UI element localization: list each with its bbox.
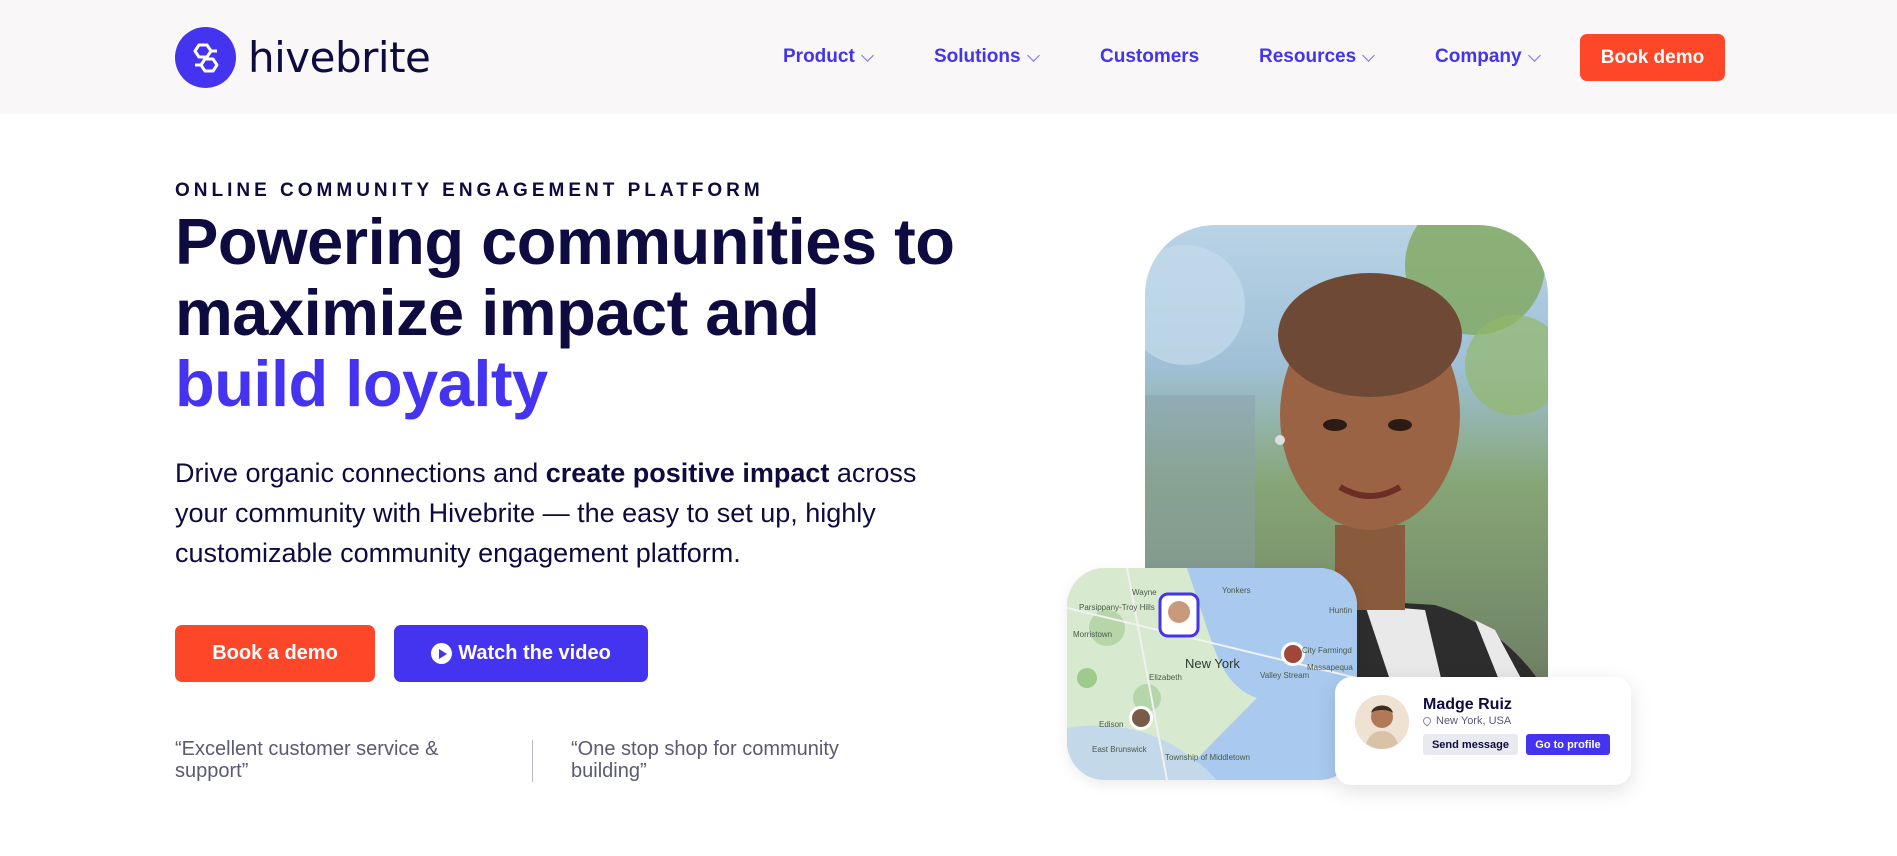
site-header: hivebrite Product Solutions Customers Re… bbox=[0, 0, 1897, 114]
book-a-demo-button[interactable]: Book a demo bbox=[175, 625, 375, 682]
map-label: New York bbox=[1185, 656, 1240, 671]
location-pin-icon bbox=[1421, 715, 1433, 727]
chevron-down-icon bbox=[860, 48, 874, 62]
go-to-profile-button[interactable]: Go to profile bbox=[1526, 734, 1610, 755]
testimonial-quote: “Excellent customer service & support” bbox=[175, 738, 439, 782]
book-demo-button[interactable]: Book demo bbox=[1580, 34, 1725, 81]
nav-item-resources[interactable]: Resources bbox=[1259, 46, 1376, 68]
desc-bold: create positive impact bbox=[545, 458, 830, 488]
chevron-down-icon bbox=[1527, 48, 1541, 62]
nav-item-solutions[interactable]: Solutions bbox=[934, 46, 1040, 68]
nav-label: Product bbox=[783, 46, 855, 67]
map-label: Valley Stream bbox=[1260, 671, 1310, 680]
chevron-down-icon bbox=[1026, 48, 1040, 62]
map-label: Township of Middletown bbox=[1165, 753, 1250, 762]
play-icon bbox=[431, 643, 453, 664]
testimonial-quote: “One stop shop for community building” bbox=[571, 738, 839, 782]
hero-description: Drive organic connections and create pos… bbox=[175, 453, 955, 573]
map-label: Huntin bbox=[1329, 606, 1353, 615]
avatar bbox=[1355, 695, 1409, 749]
chevron-down-icon bbox=[1362, 48, 1376, 62]
map-label: Massapequa bbox=[1307, 663, 1353, 672]
hero-headline: Powering communities to maximize impact … bbox=[175, 205, 955, 420]
watch-video-button[interactable]: Watch the video bbox=[394, 625, 648, 682]
quote-divider bbox=[532, 740, 533, 782]
desc-part-1: Drive organic connections and bbox=[175, 458, 546, 488]
profile-card: Madge Ruiz New York, USA Send message Go… bbox=[1335, 677, 1631, 785]
map-label: Yonkers bbox=[1222, 586, 1251, 595]
hero-eyebrow: ONLINE COMMUNITY ENGAGEMENT PLATFORM bbox=[175, 180, 764, 201]
map-label: Edison bbox=[1099, 720, 1124, 729]
map-label: Wayne bbox=[1132, 588, 1157, 597]
profile-location: New York, USA bbox=[1421, 715, 1512, 727]
nav-label: Solutions bbox=[934, 46, 1021, 67]
watch-video-label: Watch the video bbox=[458, 642, 611, 664]
map-label: Elizabeth bbox=[1149, 673, 1182, 682]
nav-item-product[interactable]: Product bbox=[783, 46, 874, 68]
profile-location-text: New York, USA bbox=[1436, 715, 1512, 727]
headline-line-1: Powering communities to bbox=[175, 205, 955, 278]
headline-line-2: maximize impact and bbox=[175, 276, 820, 349]
nav-item-company[interactable]: Company bbox=[1435, 46, 1541, 68]
map-label: Parsippany-Troy Hills bbox=[1079, 603, 1155, 612]
send-message-button[interactable]: Send message bbox=[1423, 734, 1518, 755]
nav-label: Resources bbox=[1259, 46, 1357, 67]
nav-item-customers[interactable]: Customers bbox=[1100, 46, 1199, 68]
map-widget: Wayne Yonkers Parsippany-Troy Hills Morr… bbox=[1067, 568, 1357, 780]
profile-name: Madge Ruiz bbox=[1423, 696, 1512, 713]
map-label: City Farmingd bbox=[1302, 646, 1352, 655]
map-label: East Brunswick bbox=[1092, 745, 1147, 754]
map-label: Morristown bbox=[1073, 630, 1113, 639]
headline-accent: build loyalty bbox=[175, 347, 548, 420]
nav-label: Customers bbox=[1100, 46, 1200, 67]
nav-label: Company bbox=[1435, 46, 1522, 67]
